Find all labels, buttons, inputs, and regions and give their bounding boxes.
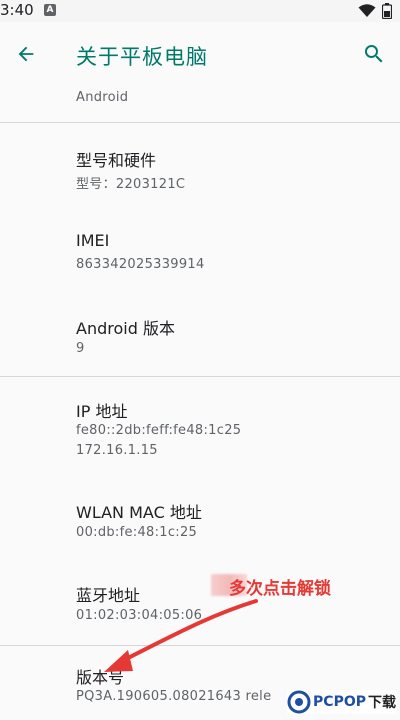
item-title: 蓝牙地址 [76, 586, 141, 605]
list-item-device-name[interactable]: Android [0, 86, 400, 122]
item-title: Android 版本 [76, 319, 175, 338]
item-subtitle-2: 172.16.1.15 [76, 443, 158, 458]
item-title: WLAN MAC 地址 [76, 503, 202, 522]
notification-icon: A [44, 4, 56, 16]
watermark-brand: PCPOP [313, 694, 366, 710]
item-title: 版本号 [76, 668, 125, 687]
list-item-wlan-mac[interactable]: WLAN MAC 地址 00:db:fe:48:1c:25 [0, 477, 400, 561]
item-subtitle: 863342025339914 [76, 257, 205, 272]
item-subtitle: fe80::2db:feff:fe48:1c25 [76, 423, 242, 438]
watermark-logo: PCPOP 下载 [287, 690, 396, 714]
item-title: IP 地址 [76, 402, 128, 421]
list-item-android-version[interactable]: Android 版本 9 [0, 291, 400, 375]
item-title: IMEI [76, 231, 110, 250]
page-title: 关于平板电脑 [76, 45, 208, 69]
pcpop-logo-icon [287, 690, 311, 714]
list-item-ip-address[interactable]: IP 地址 fe80::2db:feff:fe48:1c25 172.16.1.… [0, 377, 400, 477]
item-subtitle: 9 [76, 341, 85, 356]
arrow-back-icon [18, 46, 34, 62]
annotation-text: 多次点击解锁 [229, 579, 331, 599]
watermark-suffix: 下载 [368, 695, 396, 711]
list-item-imei[interactable]: IMEI 863342025339914 [0, 207, 400, 291]
status-time: 3:40 [0, 1, 34, 19]
status-icons [358, 3, 392, 19]
item-subtitle: 01:02:03:04:05:06 [76, 608, 203, 623]
battery-icon [382, 3, 392, 19]
item-title: 型号和硬件 [76, 151, 157, 170]
item-subtitle: Android [76, 90, 129, 105]
status-bar: 3:40 A [0, 0, 400, 22]
wifi-icon [358, 4, 376, 17]
item-subtitle: 型号：2203121C [76, 177, 186, 192]
app-bar: 关于平板电脑 [0, 22, 400, 86]
list-item-model-hardware[interactable]: 型号和硬件 型号：2203121C [0, 123, 400, 207]
item-subtitle: PQ3A.190605.08021643 rele [76, 689, 272, 704]
search-button[interactable] [354, 34, 394, 74]
item-subtitle: 00:db:fe:48:1c:25 [76, 525, 198, 540]
back-button[interactable] [6, 34, 46, 74]
list-item-bluetooth-address[interactable]: 蓝牙地址 01:02:03:04:05:06 [0, 561, 400, 645]
search-icon [365, 45, 383, 63]
